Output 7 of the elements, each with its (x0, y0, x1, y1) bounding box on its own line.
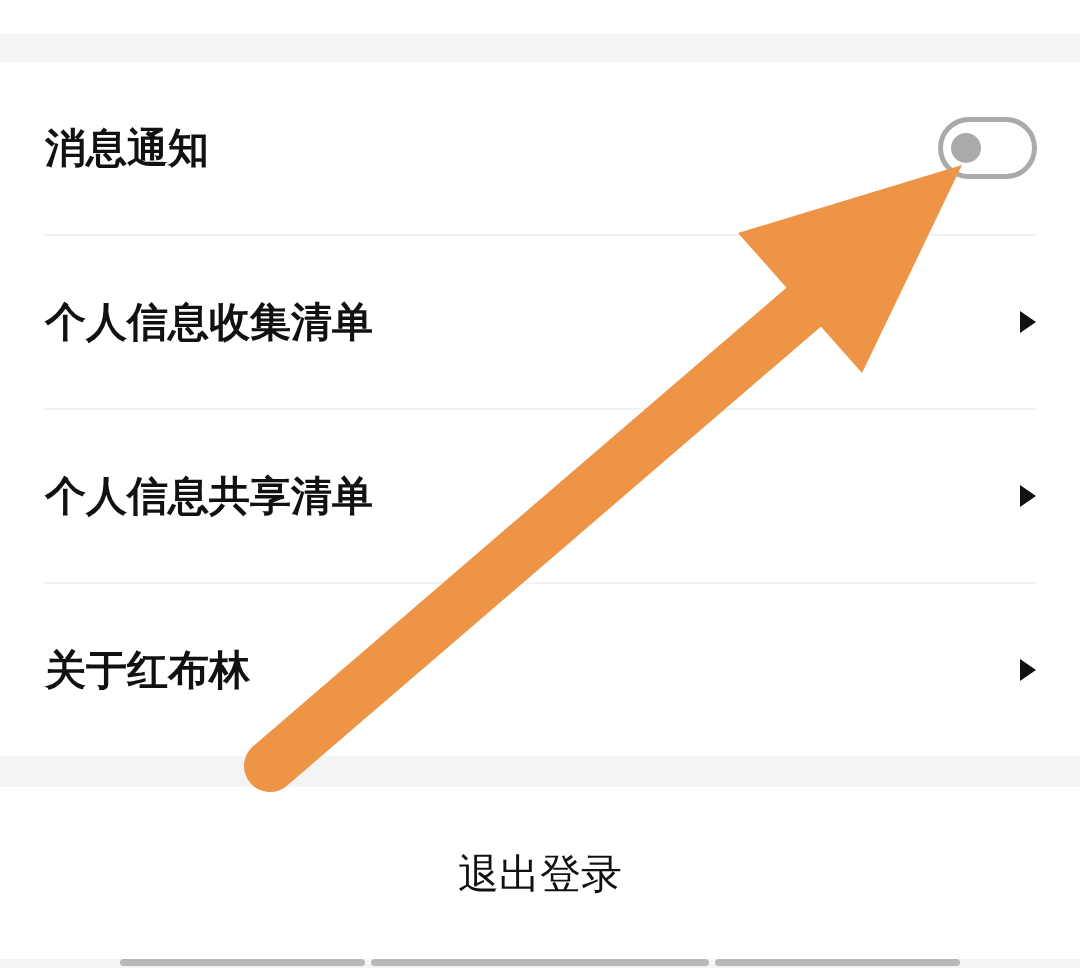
setting-label: 消息通知 (44, 122, 209, 174)
setting-label[interactable]: 关于红布林 (43, 642, 250, 698)
chevron-right-icon (1020, 485, 1036, 507)
chevron-right-icon (1020, 659, 1036, 681)
chevron-right-icon (1020, 311, 1036, 333)
setting-label[interactable]: 个人信息收集清单 (43, 294, 373, 350)
setting-label[interactable]: 个人信息共享清单 (43, 468, 373, 524)
